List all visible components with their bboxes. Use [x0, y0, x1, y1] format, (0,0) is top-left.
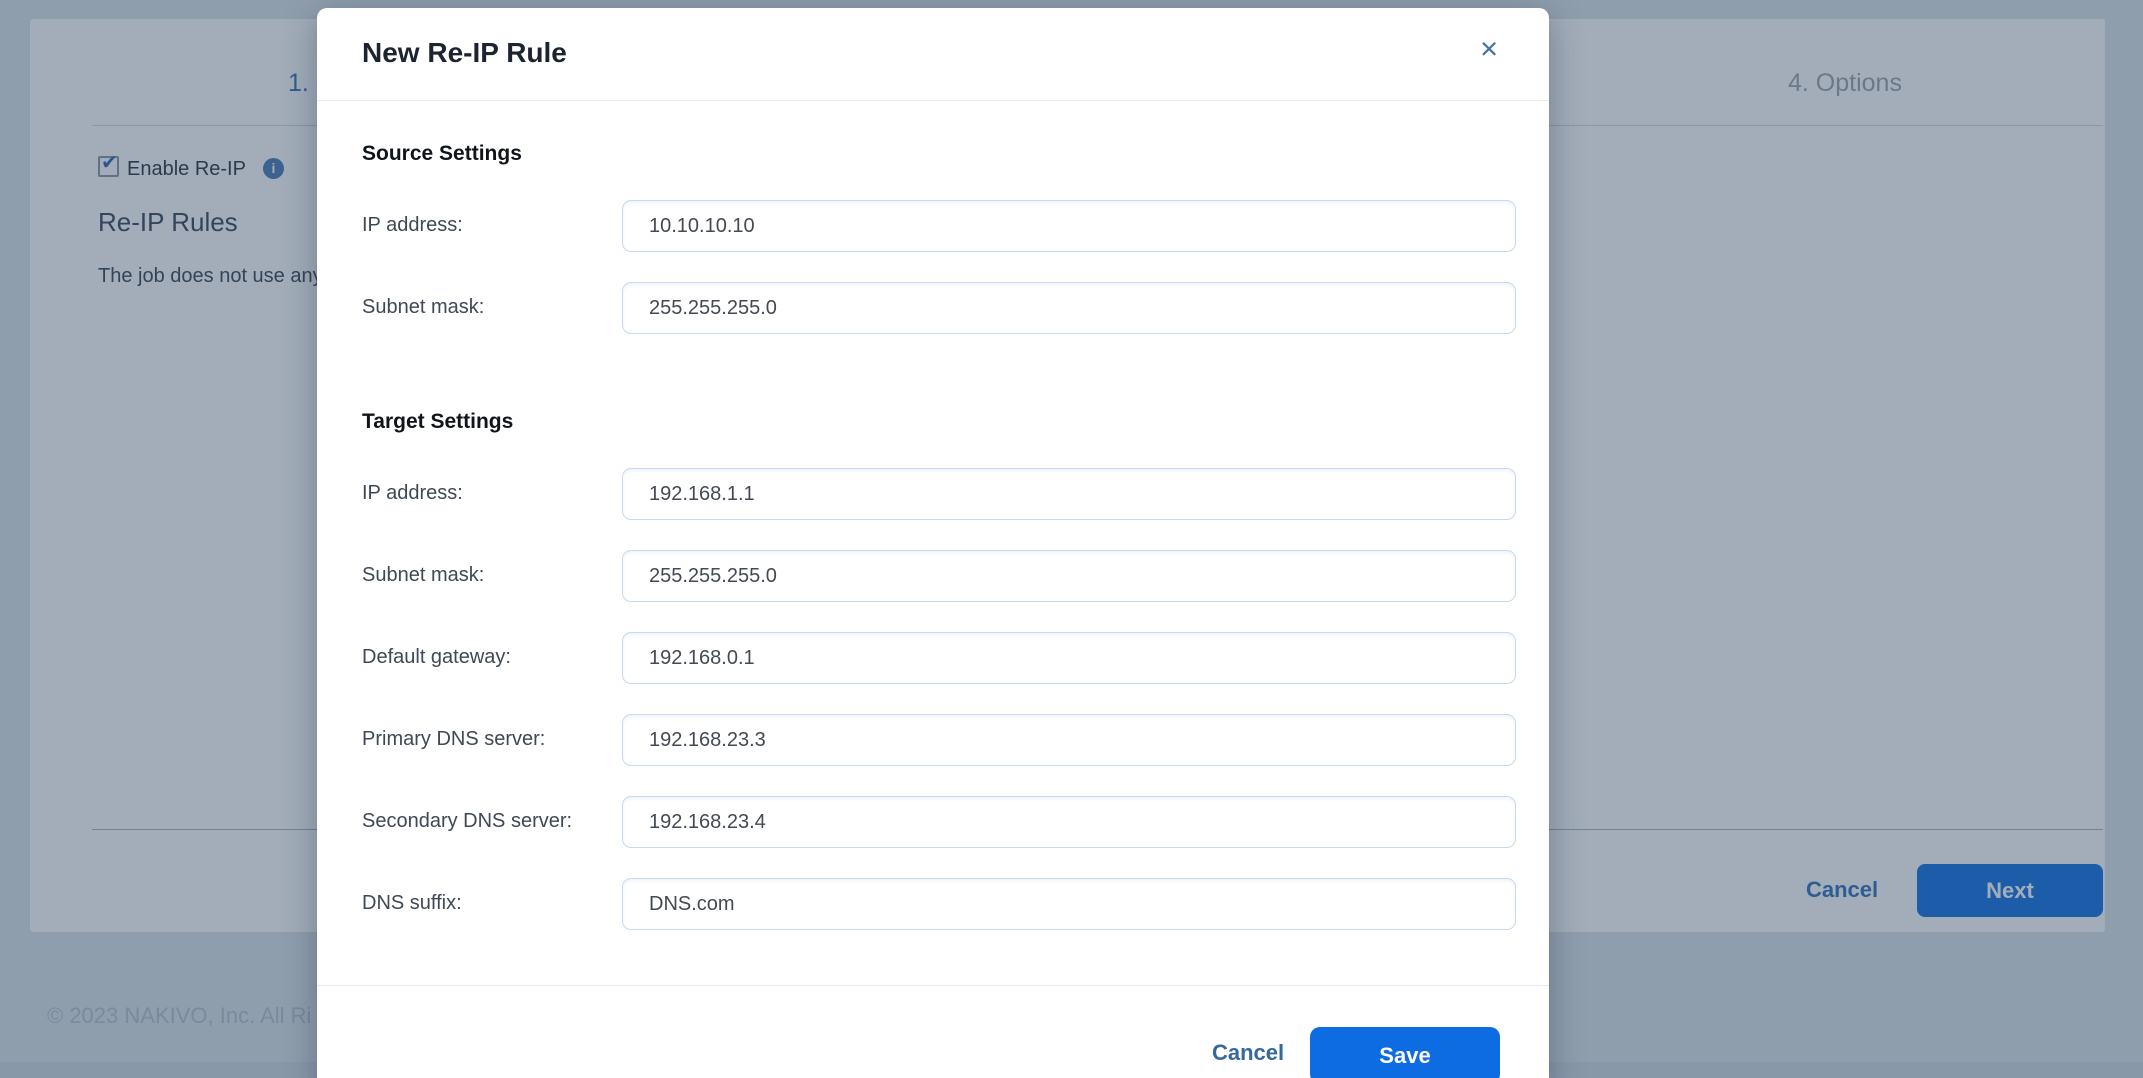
- primary-dns-label: Primary DNS server:: [362, 728, 545, 751]
- screen: 1. So 4. Options ✔ Enable Re-IP i S Re-I…: [0, 0, 2143, 1078]
- close-icon[interactable]: ×: [1469, 30, 1509, 70]
- source-ip-label: IP address:: [362, 214, 463, 237]
- footer-divider: [317, 985, 1549, 986]
- dialog-cancel-button[interactable]: Cancel: [1212, 1040, 1284, 1066]
- default-gateway-input[interactable]: [622, 632, 1516, 684]
- source-settings-heading: Source Settings: [362, 142, 522, 166]
- source-ip-input[interactable]: [622, 200, 1516, 252]
- primary-dns-input[interactable]: [622, 714, 1516, 766]
- secondary-dns-input[interactable]: [622, 796, 1516, 848]
- source-subnet-label: Subnet mask:: [362, 296, 484, 319]
- header-divider: [317, 100, 1549, 101]
- target-subnet-label: Subnet mask:: [362, 564, 484, 587]
- secondary-dns-label: Secondary DNS server:: [362, 810, 572, 833]
- dns-suffix-input[interactable]: [622, 878, 1516, 930]
- new-reip-rule-dialog: New Re-IP Rule × Source Settings IP addr…: [317, 8, 1549, 1078]
- dialog-title: New Re-IP Rule: [362, 37, 567, 69]
- default-gateway-label: Default gateway:: [362, 646, 511, 669]
- target-subnet-input[interactable]: [622, 550, 1516, 602]
- source-subnet-input[interactable]: [622, 282, 1516, 334]
- target-settings-heading: Target Settings: [362, 410, 513, 434]
- target-ip-label: IP address:: [362, 482, 463, 505]
- dns-suffix-label: DNS suffix:: [362, 892, 462, 915]
- dialog-save-button[interactable]: Save: [1310, 1027, 1500, 1078]
- target-ip-input[interactable]: [622, 468, 1516, 520]
